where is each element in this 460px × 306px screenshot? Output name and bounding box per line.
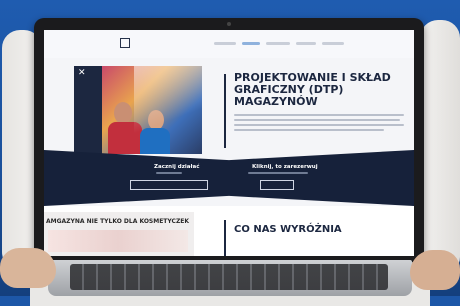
hero-title: PROJEKTOWANIE I SKŁAD GRAFICZNY (DTP) MA… [234, 71, 391, 108]
band-left-title: Zacznij działać [154, 164, 200, 170]
nav-item[interactable] [296, 42, 316, 45]
band-left-button[interactable] [130, 180, 208, 190]
nav-item-active[interactable] [242, 42, 260, 45]
nav-item[interactable] [214, 42, 236, 45]
promo-text: AMGAZYNA NIE TYLKO DLA KOSMETYCZEK [46, 218, 190, 225]
section-title: CO NAS WYRÓŻNIA [234, 224, 342, 235]
hero-text-line [234, 124, 404, 126]
band-right-subtext [248, 172, 308, 174]
site-navbar [44, 30, 414, 59]
hero-section: ✕ PROJEKTOWANIE I SKŁAD GRAFICZNY (DTP) … [44, 58, 414, 154]
laptop-screen: ✕ PROJEKTOWANIE I SKŁAD GRAFICZNY (DTP) … [44, 30, 414, 256]
hero-text-line [234, 119, 400, 121]
promo-image [48, 230, 188, 252]
left-hand [0, 248, 56, 288]
hero-divider [224, 74, 226, 148]
right-hand [410, 250, 460, 290]
webcam [227, 22, 231, 26]
laptop-lid: ✕ PROJEKTOWANIE I SKŁAD GRAFICZNY (DTP) … [34, 18, 424, 262]
band-left-subtext [156, 172, 182, 174]
laptop-keyboard [70, 264, 388, 290]
cta-band: Zacznij działać Kliknij, to zarezerwuj [44, 150, 414, 206]
lower-section: AMGAZYNA NIE TYLKO DLA KOSMETYCZEK CO NA… [44, 206, 414, 256]
band-right-button[interactable] [260, 180, 294, 190]
right-arm [420, 20, 460, 275]
section-divider [224, 220, 226, 256]
person-face [114, 102, 132, 124]
band-right-title: Kliknij, to zarezerwuj [252, 164, 318, 170]
hero-text-line [234, 114, 404, 116]
promo-banner[interactable]: AMGAZYNA NIE TYLKO DLA KOSMETYCZEK [44, 212, 194, 256]
hero-photo-overlay [134, 66, 202, 154]
nav-item[interactable] [322, 42, 344, 45]
hero-text-line [234, 129, 384, 131]
close-icon[interactable]: ✕ [78, 68, 86, 78]
nav-item[interactable] [266, 42, 290, 45]
site-logo[interactable] [120, 38, 130, 48]
hero-dark-panel [74, 66, 102, 154]
photo-scene: ✕ PROJEKTOWANIE I SKŁAD GRAFICZNY (DTP) … [0, 0, 460, 306]
